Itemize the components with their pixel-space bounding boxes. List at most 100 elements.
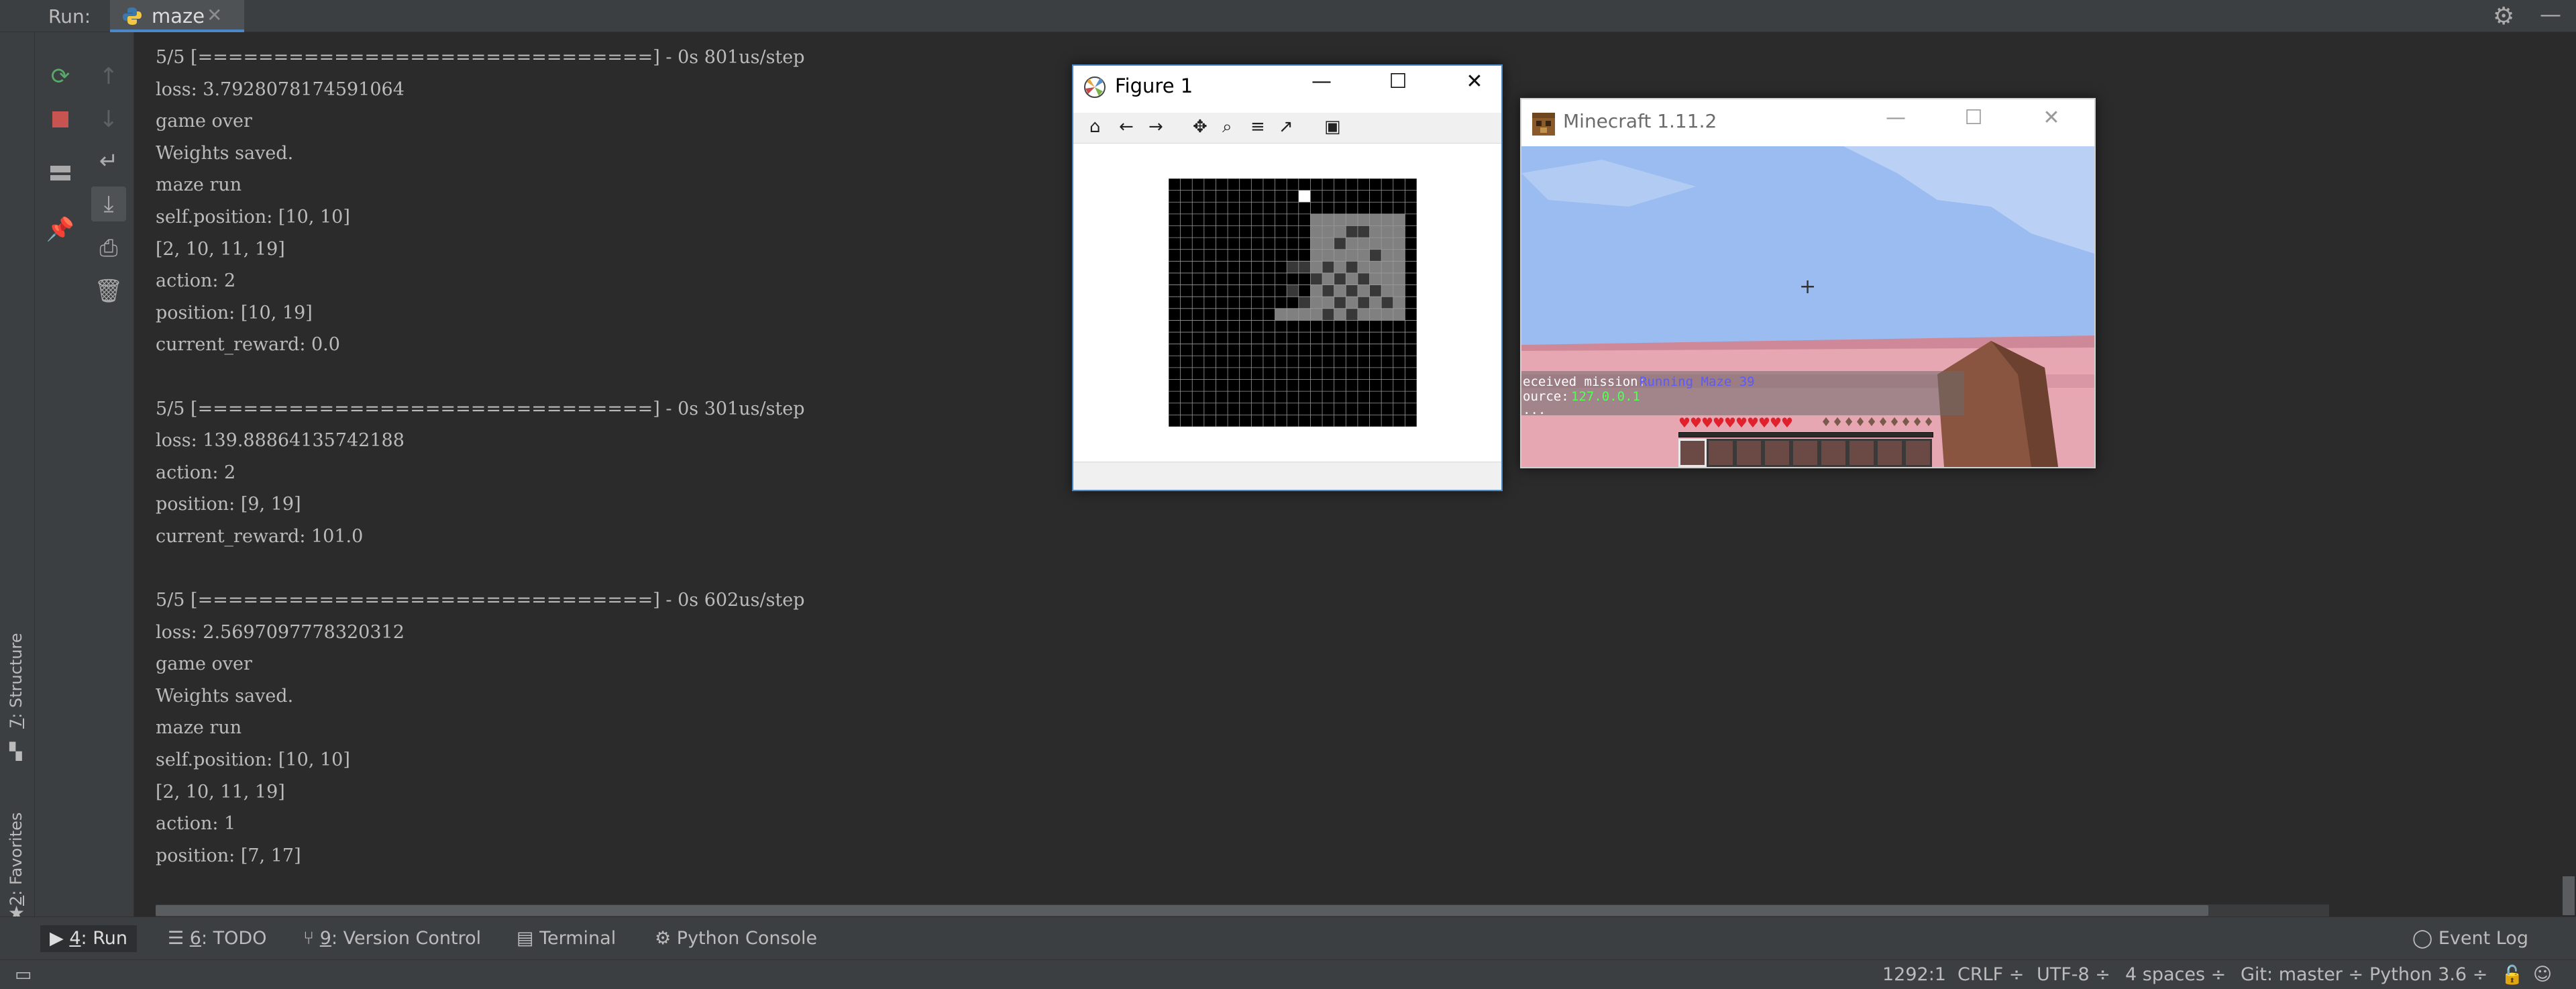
hide-panel-icon[interactable]: — [2540, 1, 2561, 27]
maze-floor-cell [1310, 261, 1323, 273]
git-branch[interactable]: Git: master ÷ [2241, 964, 2363, 985]
print-icon[interactable]: ⎙ [91, 231, 126, 266]
pin-icon[interactable]: 📌 [43, 212, 78, 247]
tool-window-terminal[interactable]: ▤ Terminal [507, 925, 625, 952]
caret-position[interactable]: 1292:1 [1882, 964, 1946, 985]
stripe-tab-favorites[interactable]: 2: Favorites ★ [7, 777, 30, 924]
maze-floor-cell [1393, 238, 1405, 250]
maze-floor-cell [1393, 261, 1405, 273]
hotbar-slot[interactable] [1904, 439, 1932, 467]
maze-floor-cell [1381, 272, 1393, 285]
pan-icon[interactable]: ✥ [1193, 117, 1208, 137]
edit-axis-icon[interactable]: ↗ [1279, 117, 1293, 137]
python-interpreter[interactable]: Python 3.6 ÷ [2369, 964, 2487, 985]
configure-subplots-icon[interactable]: ≡ [1250, 117, 1265, 137]
console-line: position: [9, 19] [156, 494, 301, 515]
minecraft-game-view[interactable]: + eceived mission: Running Maze 39 ource… [1521, 146, 2094, 467]
tool-window-version-control[interactable]: ⑂ 9: Version Control [294, 925, 490, 952]
close-tab-icon[interactable]: ✕ [207, 4, 222, 26]
indent-setting[interactable]: 4 spaces ÷ [2125, 964, 2226, 985]
maze-floor-cell [1393, 272, 1405, 285]
event-log-button[interactable]: ◯ Event Log [2412, 925, 2528, 952]
stop-icon[interactable] [43, 102, 78, 137]
heart-icon: ♥ [1724, 415, 1736, 431]
figure-toolbar: ⌂ ← → ✥ ⌕ ≡ ↗ ▣ [1073, 113, 1501, 144]
maze-floor-cell [1381, 261, 1393, 273]
heart-icon: ♥ [1781, 415, 1793, 431]
heart-icon: ♥ [1758, 415, 1770, 431]
maximize-icon[interactable]: ☐ [1382, 70, 1414, 93]
hotbar-slot[interactable] [1678, 439, 1707, 467]
speech-bubble-icon: ◯ [2412, 928, 2438, 949]
maze-wall-cell [1357, 225, 1370, 238]
trash-icon[interactable]: 🗑 [91, 274, 126, 309]
maze-floor-cell [1334, 308, 1346, 321]
minecraft-titlebar[interactable]: Minecraft 1.11.2 — ☐ ✕ [1521, 99, 2094, 146]
home-icon[interactable]: ⌂ [1089, 117, 1101, 137]
horizontal-scroll-thumb[interactable] [156, 905, 2208, 916]
armor-icon: ♦ [1832, 415, 1843, 429]
console-line: 5/5 [==============================] - 0… [156, 47, 805, 68]
maze-wall-cell [1346, 308, 1358, 321]
maze-wall-cell [1346, 261, 1358, 273]
tool-window-todo[interactable]: ☰ 6: TODO [158, 925, 276, 952]
file-encoding[interactable]: UTF-8 ÷ [2037, 964, 2110, 985]
scroll-to-end-icon[interactable]: ⤓ [91, 187, 126, 221]
maze-floor-cell [1393, 213, 1405, 226]
python-console-icon: ⚙ [655, 928, 677, 949]
down-arrow-icon[interactable]: ↓ [91, 102, 126, 137]
maze-floor-cell [1310, 297, 1323, 309]
figure-titlebar[interactable]: Figure 1 — ☐ ✕ [1073, 66, 1501, 110]
minecraft-title: Minecraft 1.11.2 [1563, 110, 1717, 132]
maze-wall-cell [1346, 284, 1358, 297]
maximize-icon[interactable]: ☐ [1957, 106, 1990, 129]
maze-floor-cell [1322, 238, 1334, 250]
vertical-scroll-thumb[interactable] [2563, 876, 2575, 915]
run-tab-maze[interactable]: maze ✕ [110, 0, 244, 32]
forward-icon[interactable]: → [1148, 117, 1163, 137]
toggle-tool-window-icon[interactable]: ▭ [15, 964, 32, 985]
heart-icon: ♥ [1701, 415, 1713, 431]
hotbar-slot[interactable] [1763, 439, 1791, 467]
horizontal-scrollbar[interactable] [156, 904, 2329, 917]
tool-window-python-console[interactable]: ⚙ Python Console [645, 925, 826, 952]
console-line: position: [10, 19] [156, 302, 313, 323]
close-icon[interactable]: ✕ [1458, 70, 1491, 93]
maze-floor-cell [1287, 308, 1299, 321]
figure-window[interactable]: Figure 1 — ☐ ✕ ⌂ ← → ✥ ⌕ ≡ ↗ ▣ [1072, 64, 1503, 491]
minimize-icon[interactable]: — [1880, 106, 1912, 129]
rerun-icon[interactable]: ⟳ [43, 59, 78, 94]
layout-icon[interactable] [43, 156, 78, 191]
minimize-icon[interactable]: — [1305, 70, 1338, 93]
minecraft-window[interactable]: Minecraft 1.11.2 — ☐ ✕ + eceived mission… [1520, 98, 2096, 468]
stripe-tab-structure[interactable]: 7: Structure ▚ [7, 617, 30, 772]
heart-icon: ♥ [1747, 415, 1759, 431]
matplotlib-icon [1084, 76, 1106, 98]
up-arrow-icon[interactable]: ↑ [91, 59, 126, 94]
hotbar-slot[interactable] [1876, 439, 1904, 467]
hotbar-slot[interactable] [1791, 439, 1819, 467]
back-icon[interactable]: ← [1119, 117, 1134, 137]
maze-wall-cell [1322, 284, 1334, 297]
minecraft-hud: ♥ ♥ ♥ ♥ ♥ ♥ ♥ ♥ ♥ ♥ ♦ ♦ ♦ ♦ ♦ ♦ ♦ ♦ ♦ ♦ [1678, 416, 1935, 467]
hotbar-slot[interactable] [1707, 439, 1735, 467]
hotbar-slot[interactable] [1819, 439, 1847, 467]
maze-wall-cell [1287, 284, 1299, 297]
gear-icon[interactable]: ⚙ [2493, 3, 2514, 30]
tool-window-run[interactable]: ▶ 4: Run [40, 925, 137, 952]
lock-icon[interactable]: 🔓 [2501, 964, 2524, 986]
run-label: Run: [48, 5, 91, 28]
save-icon[interactable]: ▣ [1324, 117, 1341, 137]
maze-floor-cell [1346, 213, 1358, 226]
soft-wrap-icon[interactable]: ↵ [91, 144, 126, 178]
inspector-icon[interactable]: ☺ [2533, 964, 2552, 985]
hotbar-slot[interactable] [1735, 439, 1763, 467]
figure-canvas[interactable] [1073, 145, 1501, 459]
hotbar-slot[interactable] [1847, 439, 1876, 467]
maze-floor-cell [1393, 308, 1405, 321]
figure-statusbar [1073, 462, 1501, 490]
line-separator[interactable]: CRLF ÷ [1957, 964, 2024, 985]
maze-wall-cell [1334, 272, 1346, 285]
zoom-icon[interactable]: ⌕ [1222, 117, 1232, 138]
close-icon[interactable]: ✕ [2035, 106, 2068, 129]
